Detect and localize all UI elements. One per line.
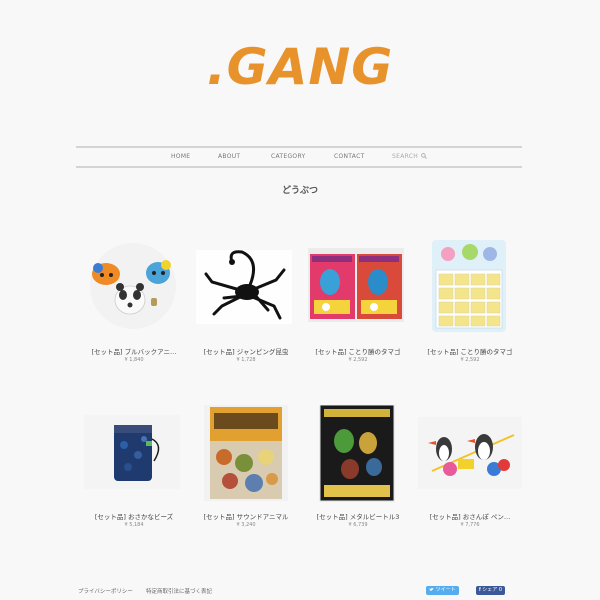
product-image[interactable] xyxy=(414,405,526,505)
search-button[interactable]: SEARCH xyxy=(392,153,428,160)
product-price: ¥ 1,840 xyxy=(124,357,144,363)
product-name[interactable]: [セット品] ことり勝のタマゴ xyxy=(302,346,414,356)
product-name[interactable]: [セット品] メタルビートル3 xyxy=(302,511,414,521)
tweet-label: ツイート xyxy=(435,587,456,593)
privacy-policy-link[interactable]: プライバシーポリシー xyxy=(78,587,133,595)
product-name[interactable]: [セット品] ジャンピング昆虫 xyxy=(190,346,302,356)
product-price: ¥ 6,739 xyxy=(348,522,368,528)
product-price: ¥ 2,592 xyxy=(348,357,368,363)
product-name[interactable]: [セット品] おさかなビーズ xyxy=(78,511,190,521)
product-image[interactable] xyxy=(414,240,526,340)
site-logo[interactable]: .GANG xyxy=(0,38,600,96)
commerce-law-link[interactable]: 特定商取引法に基づく表記 xyxy=(146,587,212,595)
product-name[interactable]: [セット品] プルバックアニ… xyxy=(78,346,190,356)
product-name[interactable]: [セット品] ことり勝のタマゴ xyxy=(414,346,526,356)
product-image[interactable] xyxy=(190,405,302,505)
product-price: ¥ 7,776 xyxy=(460,522,480,528)
nav-home[interactable]: HOME xyxy=(171,153,190,160)
nav-contact[interactable]: CONTACT xyxy=(334,153,365,160)
search-icon xyxy=(421,153,428,159)
facebook-icon: f xyxy=(479,587,481,593)
page-title: どうぶつ xyxy=(281,186,318,196)
nav-category[interactable]: CATEGORY xyxy=(271,153,306,160)
twitter-icon xyxy=(429,587,434,591)
product-image[interactable] xyxy=(302,405,414,505)
product-image[interactable] xyxy=(302,240,414,340)
main-nav: HOME ABOUT CATEGORY CONTACT SEARCH xyxy=(76,146,522,168)
facebook-share-label: シェア 0 xyxy=(482,587,503,593)
product-image[interactable] xyxy=(190,240,302,340)
facebook-share-button[interactable]: f シェア 0 xyxy=(476,586,506,595)
search-label: SEARCH xyxy=(392,153,419,160)
product-price: ¥ 3,240 xyxy=(236,522,256,528)
tweet-button[interactable]: ツイート xyxy=(426,586,459,595)
product-name[interactable]: [セット品] サウンドアニマル xyxy=(190,511,302,521)
nav-about[interactable]: ABOUT xyxy=(218,153,240,160)
product-image[interactable] xyxy=(78,405,190,505)
product-price: ¥ 1,728 xyxy=(236,357,256,363)
product-price: ¥ 5,184 xyxy=(124,522,144,528)
product-name[interactable]: [セット品] おさんぽ ペン… xyxy=(414,511,526,521)
product-image[interactable] xyxy=(78,240,190,340)
product-price: ¥ 2,592 xyxy=(460,357,480,363)
